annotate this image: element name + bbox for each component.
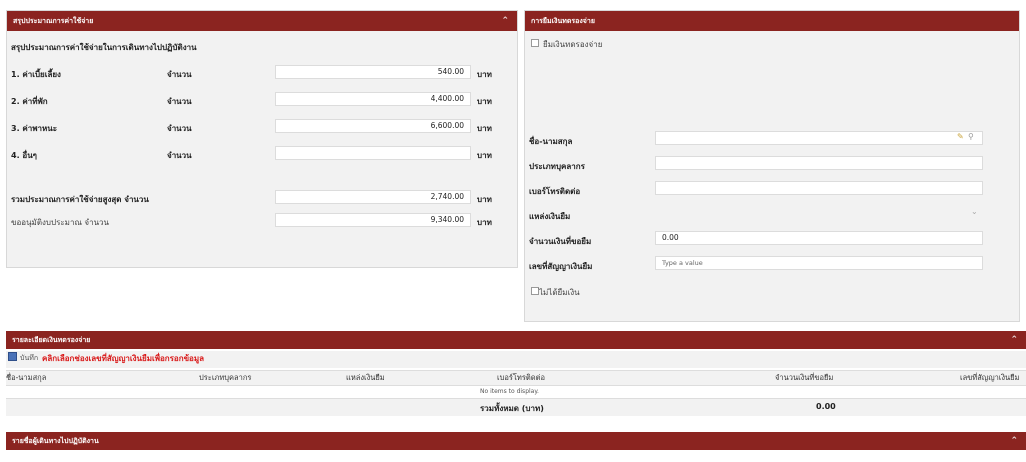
no-borrow-checkbox-label: ไม่ได้ยืมเงิน [539,288,580,297]
transport-amount-input[interactable]: 6,600.00 [275,119,471,133]
approved-amount-input[interactable]: 9,340.00 [275,213,471,227]
unit-baht-approved: บาท [477,218,492,227]
unit-baht-total: บาท [477,195,492,204]
no-borrow-checkbox[interactable] [531,287,539,295]
personnel-type-label: ประเภทบุคลากร [529,162,585,171]
col-contract-no[interactable]: เลขที่สัญญาเงินยืม [960,372,1020,384]
loan-contract-label: เลขที่สัญญาเงินยืม [529,262,593,271]
col-personnel-type[interactable]: ประเภทบุคลากร [199,372,251,384]
allowance-amount-input[interactable]: 540.00 [275,65,471,79]
phone-label: เบอร์โทรติดต่อ [529,187,581,196]
name-field-input[interactable] [655,131,983,145]
row-qty-label-other: จำนวน [167,151,192,160]
row-label-allowance: 1. ค่าเบี้ยเลี้ยง [11,70,61,79]
personnel-type-input[interactable] [655,156,983,170]
budget-subtitle: สรุปประมาณการค่าใช้จ่ายในการเดินทางไปปฏิ… [11,43,197,52]
accommodation-amount-input[interactable]: 4,400.00 [275,92,471,106]
save-button-label[interactable]: บันทึก [20,353,38,364]
row-label-transport: 3. ค่าพาหนะ [11,124,58,133]
unit-baht-allowance: บาท [477,70,492,79]
empty-table-message: No items to display. [480,388,539,395]
save-icon[interactable] [8,352,17,361]
total-amount-input[interactable]: 2,740.00 [275,190,471,204]
loan-amount-label: จำนวนเงินที่ขอยืม [529,237,592,246]
col-name[interactable]: ชื่อ-นามสกุล [6,372,46,384]
loan-contract-input[interactable]: Type a value [655,256,983,270]
unit-baht-transport: บาท [477,124,492,133]
travelers-header[interactable]: รายชื่อผู้เดินทางไปปฏิบัติงาน ⌃ [6,432,1026,450]
borrow-advance-checkbox[interactable] [531,39,539,47]
approved-label: ขออนุมัติงบประมาณ จำนวน [11,218,110,227]
phone-input[interactable] [655,181,983,195]
travelers-title: รายชื่อผู้เดินทางไปปฏิบัติงาน [12,437,99,445]
total-label: รวมประมาณการค่าใช้จ่ายสูงสุด จำนวน [11,195,149,204]
budget-summary-panel: สรุปประมาณการค่าใช้จ่าย ⌃ สรุปประมาณการค… [6,10,518,268]
chevron-up-icon[interactable]: ⌃ [1010,331,1018,349]
col-loan-source[interactable]: แหล่งเงินยืม [346,372,385,384]
loan-source-label: แหล่งเงินยืม [529,212,571,221]
row-qty-label-accommodation: จำนวน [167,97,192,106]
row-qty-label-transport: จำนวน [167,124,192,133]
advance-payment-header: การยืมเงินทดรองจ่าย [525,11,1019,31]
advance-payment-panel: การยืมเงินทดรองจ่าย ยืมเงินทดรองจ่าย ชื่… [524,10,1020,322]
row-label-other: 4. อื่นๆ [11,151,37,160]
loan-amount-input[interactable]: 0.00 [655,231,983,245]
advance-list-header[interactable]: รายละเอียดเงินทดรองจ่าย ⌃ [6,331,1026,349]
chevron-up-icon[interactable]: ⌃ [1010,432,1018,450]
budget-summary-header[interactable]: สรุปประมาณการค่าใช้จ่าย ⌃ [7,11,517,31]
col-loan-amount[interactable]: จำนวนเงินที่ขอยืม [775,372,833,384]
instruction-text: คลิกเลือกช่องเลขที่สัญญาเงินยืมเพื่อกรอก… [42,354,205,363]
total-all-value: 0.00 [816,402,836,411]
loan-source-select[interactable] [655,206,983,220]
unit-baht-accommodation: บาท [477,97,492,106]
advance-payment-title: การยืมเงินทดรองจ่าย [531,17,595,25]
row-qty-label-allowance: จำนวน [167,70,192,79]
budget-summary-title: สรุปประมาณการค่าใช้จ่าย [13,17,94,25]
name-field-label: ชื่อ-นามสกุล [529,137,573,146]
advance-list-title: รายละเอียดเงินทดรองจ่าย [12,336,91,344]
unit-baht-other: บาท [477,151,492,160]
chevron-up-icon[interactable]: ⌃ [501,11,509,31]
total-all-label: รวมทั้งหมด (บาท) [480,404,544,413]
borrow-advance-checkbox-label: ยืมเงินทดรองจ่าย [543,40,603,49]
chevron-down-icon[interactable]: ⌄ [971,207,978,216]
col-phone[interactable]: เบอร์โทรติดต่อ [497,372,545,384]
row-label-accommodation: 2. ค่าที่พัก [11,97,48,106]
search-icon[interactable]: ⚲ [968,132,974,141]
other-amount-input[interactable] [275,146,471,160]
lookup-icon[interactable]: ✎ [957,132,964,141]
